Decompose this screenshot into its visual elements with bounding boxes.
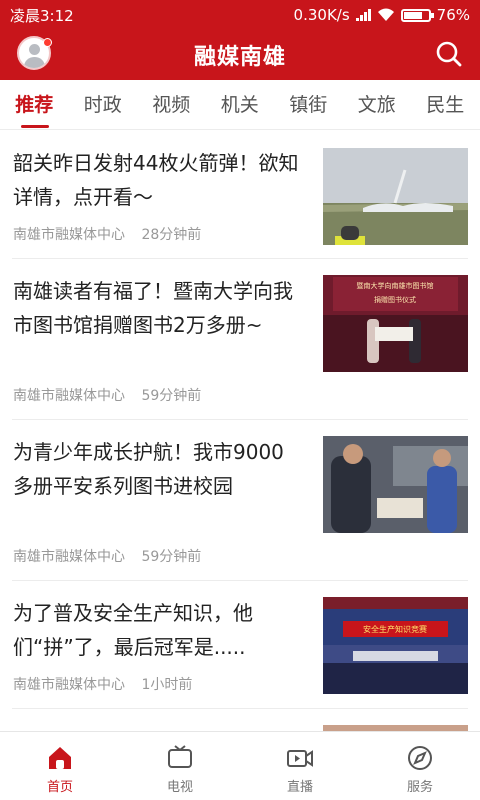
nav-service-label: 服务 xyxy=(406,780,433,795)
article-time: 59分钟前 xyxy=(141,549,202,565)
notification-dot xyxy=(43,38,52,47)
nav-service[interactable]: 服务 xyxy=(360,732,480,800)
nav-tv[interactable]: 电视 xyxy=(120,732,240,800)
battery-fill xyxy=(403,11,422,19)
news-feed: 韶关昨日发射44枚火箭弹！欲知详情，点开看～ 南雄市融媒体中心 28分钟前 南雄… xyxy=(0,131,480,731)
nav-home-label: 首页 xyxy=(46,780,73,795)
battery-percent: 76% xyxy=(436,6,470,24)
nav-live-label: 直播 xyxy=(286,780,313,795)
list-item[interactable]: 韶关昨日发射44枚火箭弹！欲知详情，点开看～ 南雄市融媒体中心 28分钟前 xyxy=(12,131,468,259)
thumb-caption-2: 捐赠图书仪式 xyxy=(374,295,416,304)
article-source: 南雄市融媒体中心 xyxy=(13,549,125,565)
page-title: 融媒南雄 xyxy=(193,45,286,70)
article-source: 南雄市融媒体中心 xyxy=(13,227,125,243)
list-item[interactable]: 为了普及安全生产知识，他们“拼”了，最后冠军是..... 南雄市融媒体中心 1小… xyxy=(12,581,468,709)
live-icon xyxy=(287,750,313,767)
nav-tv-label: 电视 xyxy=(166,780,193,795)
home-icon xyxy=(49,747,71,769)
status-indicators: 0.30K/s 76% xyxy=(294,6,470,24)
avatar-head xyxy=(29,44,40,55)
thumb-caption-3: 安全生产知识竞赛 xyxy=(363,624,427,634)
signal-icon xyxy=(355,9,371,21)
article-time: 1小时前 xyxy=(141,677,193,693)
thumb-caption-1: 暨南大学向南雄市图书馆 xyxy=(357,281,434,290)
article-meta: 南雄市融媒体中心 59分钟前 xyxy=(13,546,201,566)
bottom-navigation: 首页 电视 直播 服务 xyxy=(0,731,480,800)
nav-live[interactable]: 直播 xyxy=(240,732,360,800)
article-title: 韶关昨日发射44枚火箭弹！欲知详情，点开看～ xyxy=(13,151,299,209)
article-meta: 南雄市融媒体中心 1小时前 xyxy=(13,674,192,694)
wifi-icon xyxy=(377,8,394,21)
status-bar: 凌晨3:12 0.30K/s 76% xyxy=(0,0,480,30)
tab-recommend[interactable]: 推荐 xyxy=(0,80,69,130)
safety-contest-thumbnail: 安全生产知识竞赛 xyxy=(323,597,468,694)
article-meta: 南雄市融媒体中心 59分钟前 xyxy=(13,385,201,405)
article-source: 南雄市融媒体中心 xyxy=(13,677,125,693)
compass-icon xyxy=(408,746,432,770)
article-title: 为了普及安全生产知识，他们“拼”了，最后冠军是..... xyxy=(13,601,253,659)
article-meta: 南雄市融媒体中心 28分钟前 xyxy=(13,224,201,244)
avatar-body xyxy=(24,57,45,68)
tab-livelihood[interactable]: 民生 xyxy=(411,80,480,130)
tab-towns[interactable]: 镇街 xyxy=(274,80,343,130)
article-title: 为青少年成长护航！我市9000多册平安系列图书进校园 xyxy=(13,440,284,498)
list-item[interactable]: 南雄读者有福了！暨南大学向我市图书馆捐赠图书2万多册~ 南雄市融媒体中心 59分… xyxy=(12,259,468,420)
battery-icon xyxy=(400,8,434,22)
nav-home[interactable]: 首页 xyxy=(0,732,120,800)
donation-ceremony-thumbnail: 暨南大学向南雄市图书馆 捐赠图书仪式 xyxy=(323,275,468,372)
article-time: 28分钟前 xyxy=(141,227,202,243)
tab-agencies[interactable]: 机关 xyxy=(206,80,275,130)
list-item[interactable] xyxy=(12,709,468,731)
list-item[interactable]: 为青少年成长护航！我市9000多册平安系列图书进校园 南雄市融媒体中心 59分钟… xyxy=(12,420,468,581)
tab-culture-tourism[interactable]: 文旅 xyxy=(343,80,412,130)
tab-video[interactable]: 视频 xyxy=(137,80,206,130)
article-source: 南雄市融媒体中心 xyxy=(13,388,125,404)
search-icon[interactable] xyxy=(434,39,464,69)
tab-politics[interactable]: 时政 xyxy=(69,80,138,130)
book-handover-thumbnail xyxy=(323,436,468,533)
network-speed: 0.30K/s xyxy=(293,6,350,24)
rocket-launch-thumbnail xyxy=(323,148,468,245)
category-tabs: 推荐 时政 视频 机关 镇街 文旅 民生 xyxy=(0,80,480,130)
app-header: 融媒南雄 xyxy=(0,30,480,80)
article-time: 59分钟前 xyxy=(141,388,202,404)
tv-icon xyxy=(168,745,192,768)
article-title: 南雄读者有福了！暨南大学向我市图书馆捐赠图书2万多册~ xyxy=(13,279,293,337)
status-time: 凌晨3:12 xyxy=(10,6,74,25)
